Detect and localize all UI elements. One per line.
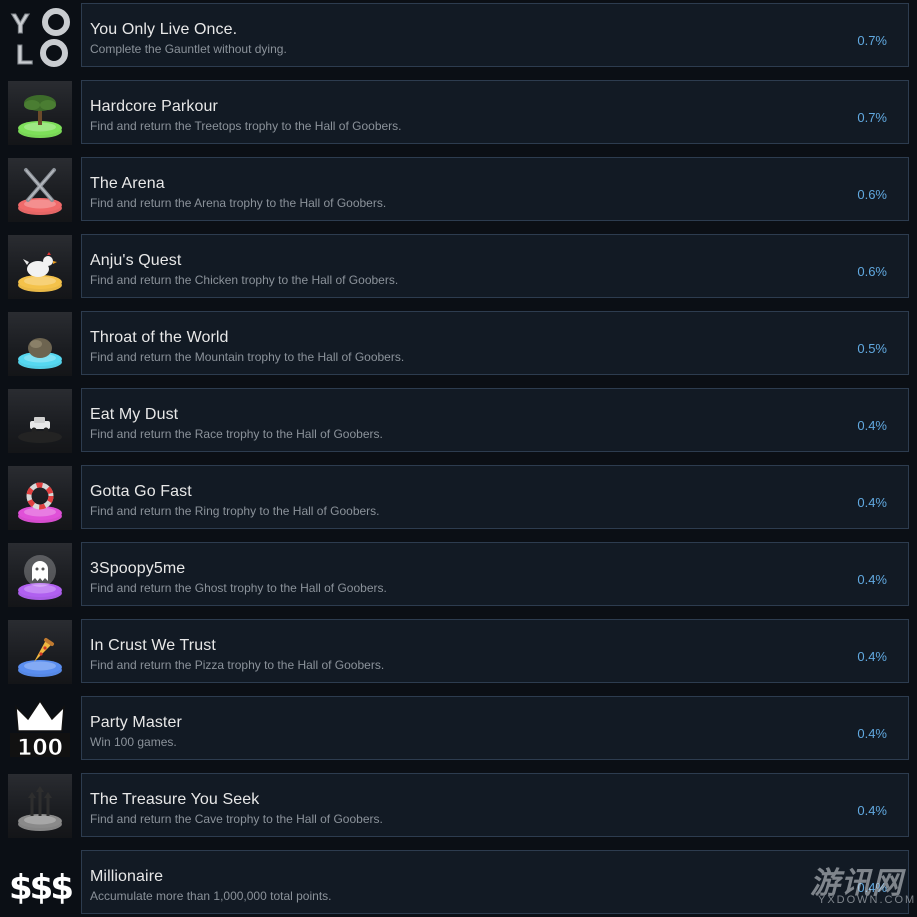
ghost-trophy-icon	[8, 543, 72, 607]
achievement-unlock-percent: 0.4%	[857, 495, 887, 510]
achievement-unlock-percent: 0.7%	[857, 33, 887, 48]
chicken-trophy-icon	[8, 235, 72, 299]
arena-trophy-icon	[8, 158, 72, 222]
achievement-title: 3Spoopy5me	[90, 560, 186, 577]
achievement-unlock-percent: 0.7%	[857, 110, 887, 125]
achievement-title: Party Master	[90, 714, 182, 731]
achievement-title: Millionaire	[90, 868, 164, 885]
mountain-trophy-icon	[8, 312, 72, 376]
achievement-row: Gotta Go Fast Find and return the Ring tr…	[0, 465, 917, 530]
achievement-row: The Treasure You Seek Find and return the…	[0, 773, 917, 838]
achievement-unlock-percent: 0.5%	[857, 341, 887, 356]
achievement-panel[interactable]: Millionaire Accumulate more than 1,000,00…	[81, 850, 909, 914]
achievement-description: Find and return the Ring trophy to the H…	[90, 504, 380, 518]
crown-100-icon: 100	[8, 697, 72, 761]
achievement-panel[interactable]: In Crust We Trust Find and return the Piz…	[81, 619, 909, 683]
achievement-description: Win 100 games.	[90, 735, 177, 749]
svg-text:100: 100	[17, 736, 63, 761]
achievement-row: 3Spoopy5me Find and return the Ghost trop…	[0, 542, 917, 607]
achievement-panel[interactable]: 3Spoopy5me Find and return the Ghost trop…	[81, 542, 909, 606]
achievement-unlock-percent: 0.6%	[857, 264, 887, 279]
ring-trophy-icon	[8, 466, 72, 530]
achievement-panel[interactable]: Hardcore Parkour Find and return the Tree…	[81, 80, 909, 144]
achievement-unlock-percent: 0.4%	[857, 572, 887, 587]
achievement-panel[interactable]: Throat of the World Find and return the M…	[81, 311, 909, 375]
achievement-description: Find and return the Arena trophy to the …	[90, 196, 387, 210]
achievement-panel[interactable]: The Arena Find and return the Arena troph…	[81, 157, 909, 221]
achievement-panel[interactable]: Anju's Quest Find and return the Chicken …	[81, 234, 909, 298]
achievement-title: Eat My Dust	[90, 406, 179, 423]
achievement-title: Hardcore Parkour	[90, 98, 218, 115]
svg-text:Y: Y	[11, 8, 30, 39]
achievement-title: The Treasure You Seek	[90, 791, 260, 808]
achievement-description: Accumulate more than 1,000,000 total poi…	[90, 889, 332, 903]
cave-trophy-icon	[8, 774, 72, 838]
achievement-unlock-percent: 0.6%	[857, 187, 887, 202]
achievement-panel[interactable]: Eat My Dust Find and return the Race trop…	[81, 388, 909, 452]
achievement-title: In Crust We Trust	[90, 637, 216, 654]
achievement-description: Find and return the Ghost trophy to the …	[90, 581, 387, 595]
achievement-unlock-percent: 0.4%	[857, 649, 887, 664]
achievement-description: Find and return the Chicken trophy to th…	[90, 273, 399, 287]
achievement-title: You Only Live Once.	[90, 21, 238, 38]
achievement-description: Find and return the Cave trophy to the H…	[90, 812, 383, 826]
achievement-row: Y L You Only Live Once. Complete the Gauntl…	[0, 3, 917, 68]
achievement-unlock-percent: 0.4%	[857, 880, 887, 895]
achievement-unlock-percent: 0.4%	[857, 726, 887, 741]
achievement-description: Find and return the Race trophy to the H…	[90, 427, 383, 441]
achievement-list: Y L You Only Live Once. Complete the Gauntl…	[0, 0, 917, 917]
achievement-row: 100 Party Master Win 100 games. 0.4%	[0, 696, 917, 761]
achievement-row: Throat of the World Find and return the M…	[0, 311, 917, 376]
achievement-row: $$$ Millionaire Accumulate more than 1,000…	[0, 850, 917, 915]
achievement-description: Find and return the Pizza trophy to the …	[90, 658, 385, 672]
achievement-description: Find and return the Mountain trophy to t…	[90, 350, 405, 364]
treetops-trophy-icon	[8, 81, 72, 145]
achievement-panel[interactable]: You Only Live Once. Complete the Gauntlet…	[81, 3, 909, 67]
achievement-row: Eat My Dust Find and return the Race trop…	[0, 388, 917, 453]
achievement-description: Find and return the Treetops trophy to t…	[90, 119, 402, 133]
yolo-icon: YL	[8, 4, 72, 68]
achievement-description: Complete the Gauntlet without dying.	[90, 42, 287, 56]
dollar-signs-icon: $$$	[8, 851, 72, 915]
svg-text:L: L	[16, 39, 33, 68]
achievement-row: In Crust We Trust Find and return the Piz…	[0, 619, 917, 684]
achievement-title: Throat of the World	[90, 329, 229, 346]
achievement-title: The Arena	[90, 175, 165, 192]
achievement-panel[interactable]: Gotta Go Fast Find and return the Ring tr…	[81, 465, 909, 529]
achievement-title: Gotta Go Fast	[90, 483, 192, 500]
race-trophy-icon	[8, 389, 72, 453]
achievement-panel[interactable]: Party Master Win 100 games. 0.4%	[81, 696, 909, 760]
pizza-trophy-icon	[8, 620, 72, 684]
achievement-row: Anju's Quest Find and return the Chicken …	[0, 234, 917, 299]
achievement-unlock-percent: 0.4%	[857, 803, 887, 818]
achievement-row: The Arena Find and return the Arena troph…	[0, 157, 917, 222]
achievement-panel[interactable]: The Treasure You Seek Find and return the…	[81, 773, 909, 837]
achievement-title: Anju's Quest	[90, 252, 182, 269]
achievement-unlock-percent: 0.4%	[857, 418, 887, 433]
achievement-row: Hardcore Parkour Find and return the Tree…	[0, 80, 917, 145]
svg-text:$$$: $$$	[9, 868, 72, 908]
